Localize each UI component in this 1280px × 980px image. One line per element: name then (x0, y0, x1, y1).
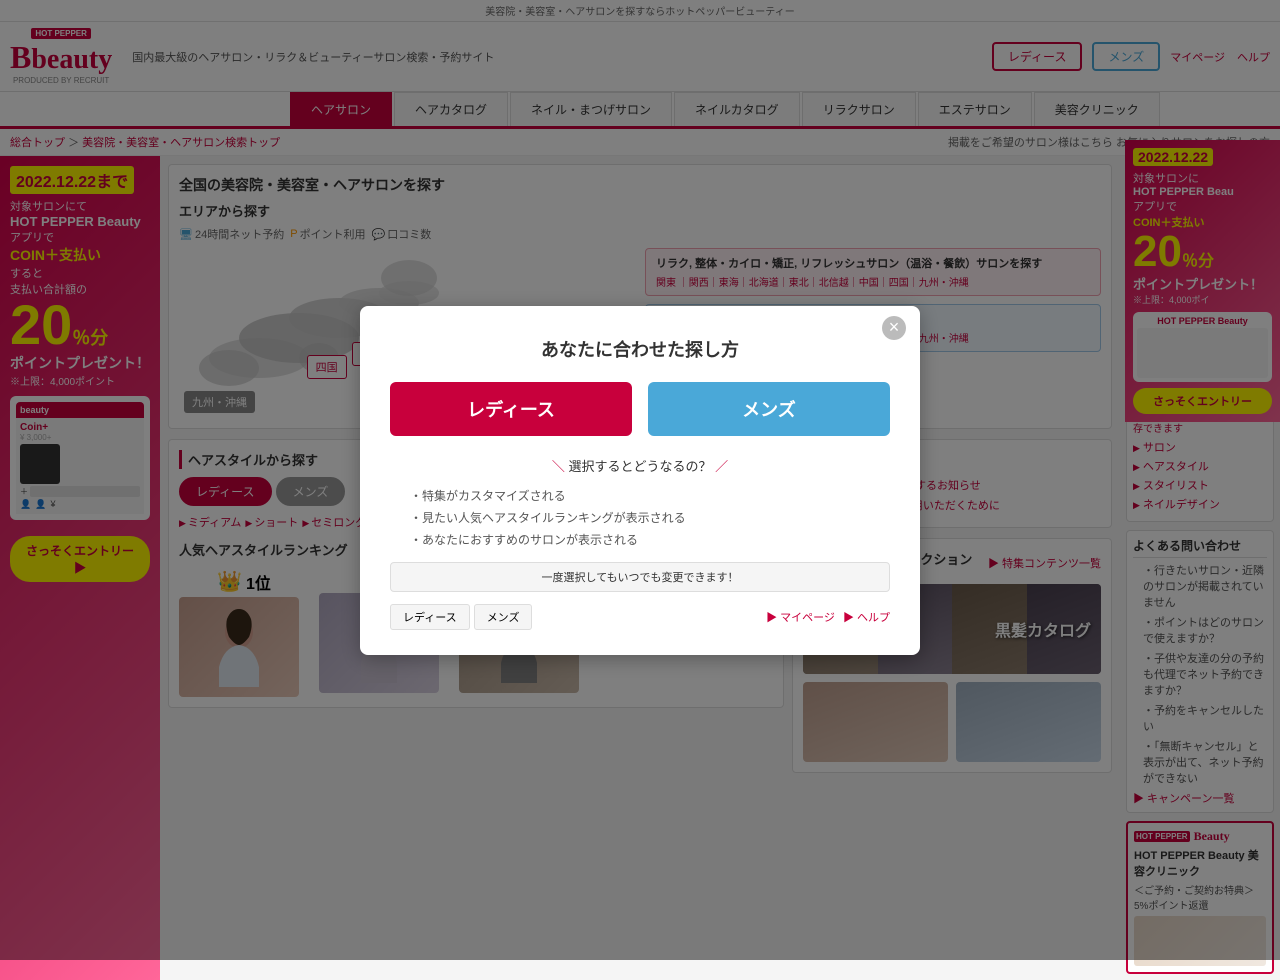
modal-buttons: レディース メンズ (390, 382, 890, 436)
modal-bottom-links: レディース メンズ ▶ マイページ ▶ ヘルプ (390, 604, 890, 630)
modal-mypage-link[interactable]: ▶ マイページ (766, 609, 835, 625)
modal-mens-button[interactable]: メンズ (648, 382, 890, 436)
modal-tab-ladies[interactable]: レディース (390, 604, 470, 630)
modal-overlay[interactable]: × あなたに合わせた探し方 レディース メンズ ＼ 選択するとどうなるの？ ／ … (0, 0, 1280, 960)
modal-tab-mens[interactable]: メンズ (474, 604, 533, 630)
modal-gender-tabs: レディース メンズ (390, 604, 532, 630)
modal-help-link[interactable]: ▶ ヘルプ (843, 609, 890, 625)
modal-feature-1: 特集がカスタマイズされる (410, 487, 870, 504)
modal-explain: ＼ 選択するとどうなるの？ ／ (390, 456, 890, 475)
modal-feature-3: あなたにおすすめのサロンが表示される (410, 531, 870, 548)
modal: × あなたに合わせた探し方 レディース メンズ ＼ 選択するとどうなるの？ ／ … (360, 306, 920, 655)
modal-feature-2: 見たい人気ヘアスタイルランキングが表示される (410, 509, 870, 526)
modal-ladies-button[interactable]: レディース (390, 382, 632, 436)
modal-info-box: 一度選択してもいつでも変更できます！ (390, 562, 890, 592)
modal-close-button[interactable]: × (882, 316, 906, 340)
modal-right-links: ▶ マイページ ▶ ヘルプ (766, 609, 890, 625)
modal-title: あなたに合わせた探し方 (390, 336, 890, 362)
modal-features: 特集がカスタマイズされる 見たい人気ヘアスタイルランキングが表示される あなたに… (390, 487, 890, 548)
